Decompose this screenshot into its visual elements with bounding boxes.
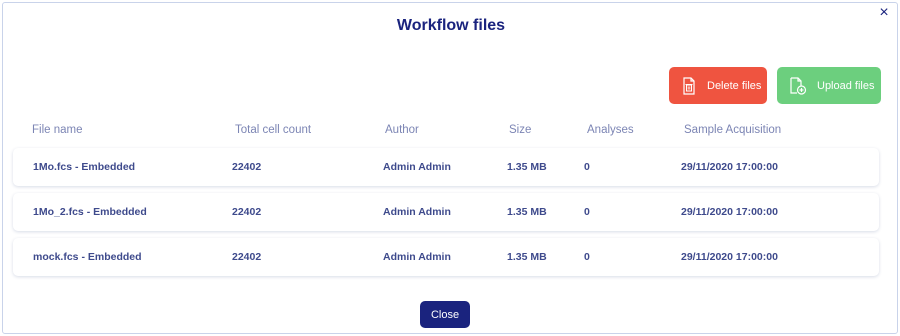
column-header-file-name[interactable]: File name (32, 124, 83, 136)
column-header-sample-acquisition[interactable]: Sample Acquisition (684, 124, 781, 136)
cell-sample-acquisition: 29/11/2020 17:00:00 (681, 161, 778, 173)
cell-author: Admin Admin (383, 161, 451, 173)
cell-size: 1.35 MB (507, 251, 547, 263)
delete-files-label: Delete files (707, 79, 762, 92)
cell-size: 1.35 MB (507, 206, 547, 218)
delete-files-button[interactable]: Delete files (669, 67, 767, 104)
cell-file-name: 1Mo_2.fcs - Embedded (33, 206, 147, 218)
modal-title: Workflow files (396, 17, 506, 34)
cell-sample-acquisition: 29/11/2020 17:00:00 (681, 251, 778, 263)
cell-sample-acquisition: 29/11/2020 17:00:00 (681, 206, 778, 218)
table-row[interactable]: 1Mo.fcs - Embedded 22402 Admin Admin 1.3… (13, 148, 879, 186)
cell-author: Admin Admin (383, 206, 451, 218)
column-header-author[interactable]: Author (385, 124, 419, 136)
cell-analyses: 0 (584, 251, 590, 263)
cell-file-name: mock.fcs - Embedded (33, 251, 142, 263)
cell-size: 1.35 MB (507, 161, 547, 173)
cell-total-cell-count: 22402 (232, 206, 262, 218)
upload-files-button[interactable]: Upload files (777, 67, 881, 104)
close-button[interactable]: Close (420, 301, 470, 328)
close-icon[interactable]: × (875, 4, 893, 22)
column-header-total-cell-count[interactable]: Total cell count (235, 124, 311, 136)
cell-analyses: 0 (584, 161, 590, 173)
table-header: File name Total cell count Author Size A… (3, 124, 899, 140)
upload-files-label: Upload files (817, 79, 875, 92)
cell-file-name: 1Mo.fcs - Embedded (33, 161, 136, 173)
cell-analyses: 0 (584, 206, 590, 218)
workflow-files-modal: Workflow files × Delete files Upload fil… (2, 2, 898, 334)
table-row[interactable]: 1Mo_2.fcs - Embedded 22402 Admin Admin 1… (13, 193, 879, 231)
cell-total-cell-count: 22402 (232, 251, 262, 263)
column-header-size[interactable]: Size (509, 124, 531, 136)
cell-author: Admin Admin (383, 251, 451, 263)
cell-total-cell-count: 22402 (232, 161, 262, 173)
file-upload-icon (789, 76, 807, 95)
table-row[interactable]: mock.fcs - Embedded 22402 Admin Admin 1.… (13, 238, 879, 276)
trash-file-icon (681, 76, 697, 95)
column-header-analyses[interactable]: Analyses (587, 124, 634, 136)
